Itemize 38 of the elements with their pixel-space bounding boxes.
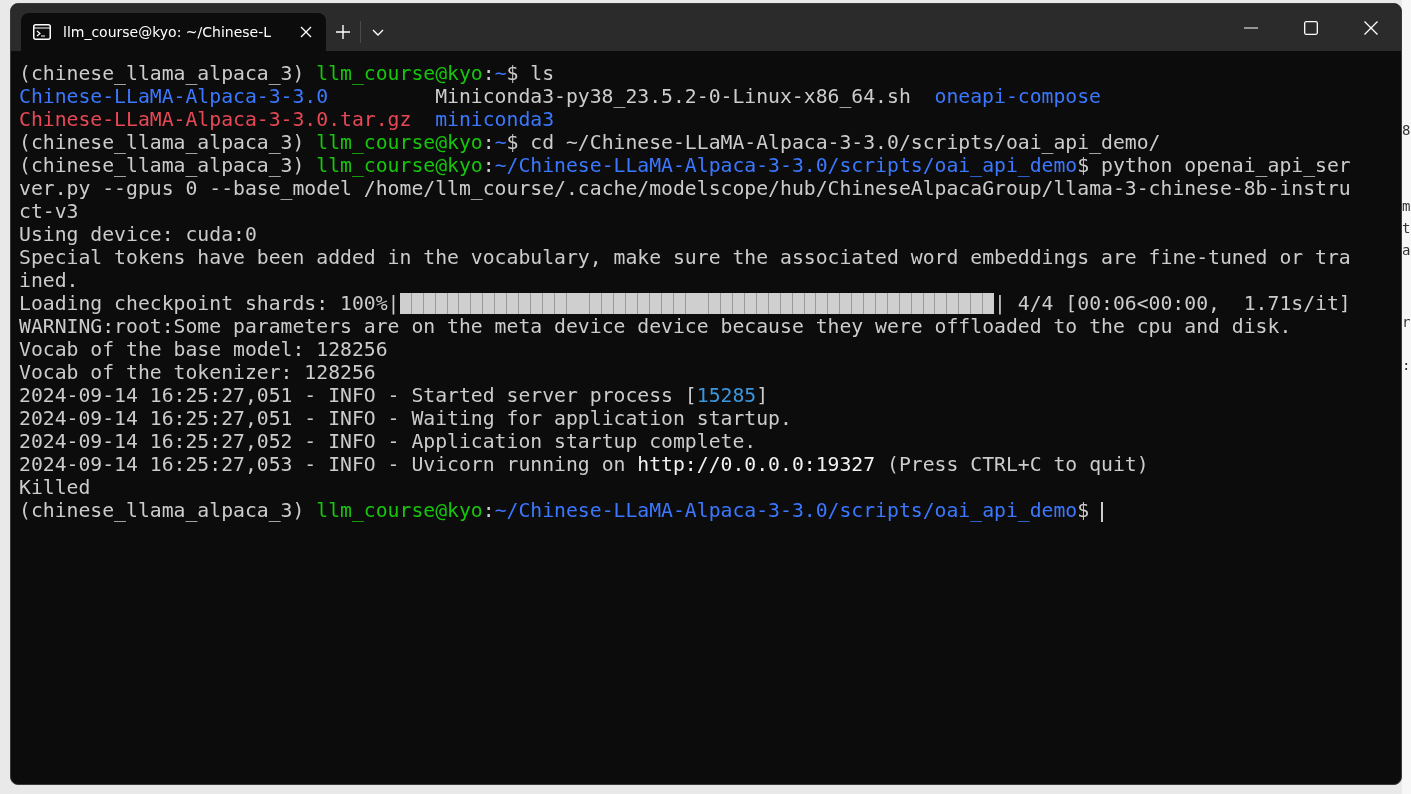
output-line: Vocab of the tokenizer: 128256	[19, 361, 377, 384]
chevron-down-icon	[372, 28, 384, 36]
output-line: WARNING:root:Some parameters are on the meta device device because they were offloaded to the cpu and disk.	[19, 315, 1293, 338]
plus-icon	[336, 25, 350, 39]
output-line: 2024-09-14 16:25:27,053 - INFO - Uvicorn running on http://0.0.0.0:19327 (Press CTRL+C to quit)	[19, 453, 1150, 476]
output-line: 2024-09-14 16:25:27,051 - INFO - Waiting for application startup.	[19, 407, 793, 430]
prompt-line: (chinese_llama_alpaca_3) llm_course@kyo:~/Chinese-LLaMA-Alpaca-3-3.0/scripts/oai_api_demo$	[19, 499, 1401, 522]
maximize-icon	[1304, 20, 1318, 35]
file-name: oneapi-compose	[934, 85, 1101, 108]
text-fragment: :	[1402, 357, 1411, 373]
text-fragment: 8	[1402, 122, 1411, 138]
output-text: Loading checkpoint shards: 100%|	[19, 292, 400, 315]
text-fragment: r	[1402, 314, 1411, 330]
prompt-line: (chinese_llama_alpaca_3) llm_course@kyo:~$ cd ~/Chinese-LLaMA-Alpaca-3-3.0/scripts/oai_api_demo/	[19, 131, 1162, 154]
output-text: | 4/4 [00:06<00:00, 1.71s/it]	[994, 292, 1351, 315]
output-line: ined.	[19, 269, 80, 292]
file-name: Chinese-LLaMA-Alpaca-3-3.0.tar.gz	[19, 108, 412, 131]
output-line: 2024-09-14 16:25:27,051 - INFO - Started server process [15285]	[19, 384, 770, 407]
file-name: Chinese-LLaMA-Alpaca-3-3.0	[19, 85, 329, 108]
prompt-line: (chinese_llama_alpaca_3) llm_course@kyo:~$ ls	[19, 62, 556, 85]
close-icon	[1364, 20, 1378, 35]
output-line: Special tokens have been added in the vocabulary, make sure the associated word embeddings are fine-tuned or tra	[19, 246, 1352, 269]
minimize-icon	[1244, 26, 1258, 29]
output-line: 2024-09-14 16:25:27,052 - INFO - Application startup complete.	[19, 430, 758, 453]
text-fragment: m	[1402, 198, 1411, 214]
output-line: Using device: cuda:0	[19, 223, 258, 246]
file-name: miniconda3	[435, 108, 555, 131]
text-fragment: t	[1402, 220, 1411, 236]
output-line: Vocab of the base model: 128256	[19, 338, 389, 361]
output-line: Killed	[19, 476, 92, 499]
terminal-icon	[33, 24, 51, 40]
terminal-tab[interactable]: llm_course@kyo: ~/Chinese-L	[21, 13, 326, 51]
text-fragment: a	[1402, 242, 1411, 258]
close-icon[interactable]	[300, 26, 312, 38]
output-line: ct-v3	[19, 200, 80, 223]
output-line: ver.py --gpus 0 --base_model /home/llm_course/.cache/modelscope/hub/ChineseAlpacaGroup/llama-3-chinese-8b-instru	[19, 177, 1352, 200]
prompt-line: (chinese_llama_alpaca_3) llm_course@kyo:~/Chinese-LLaMA-Alpaca-3-3.0/scripts/oai_api_demo$ python openai_api_ser	[19, 154, 1352, 177]
file-name: Miniconda3-py38_23.5.2-0-Linux-x86_64.sh	[435, 85, 911, 108]
